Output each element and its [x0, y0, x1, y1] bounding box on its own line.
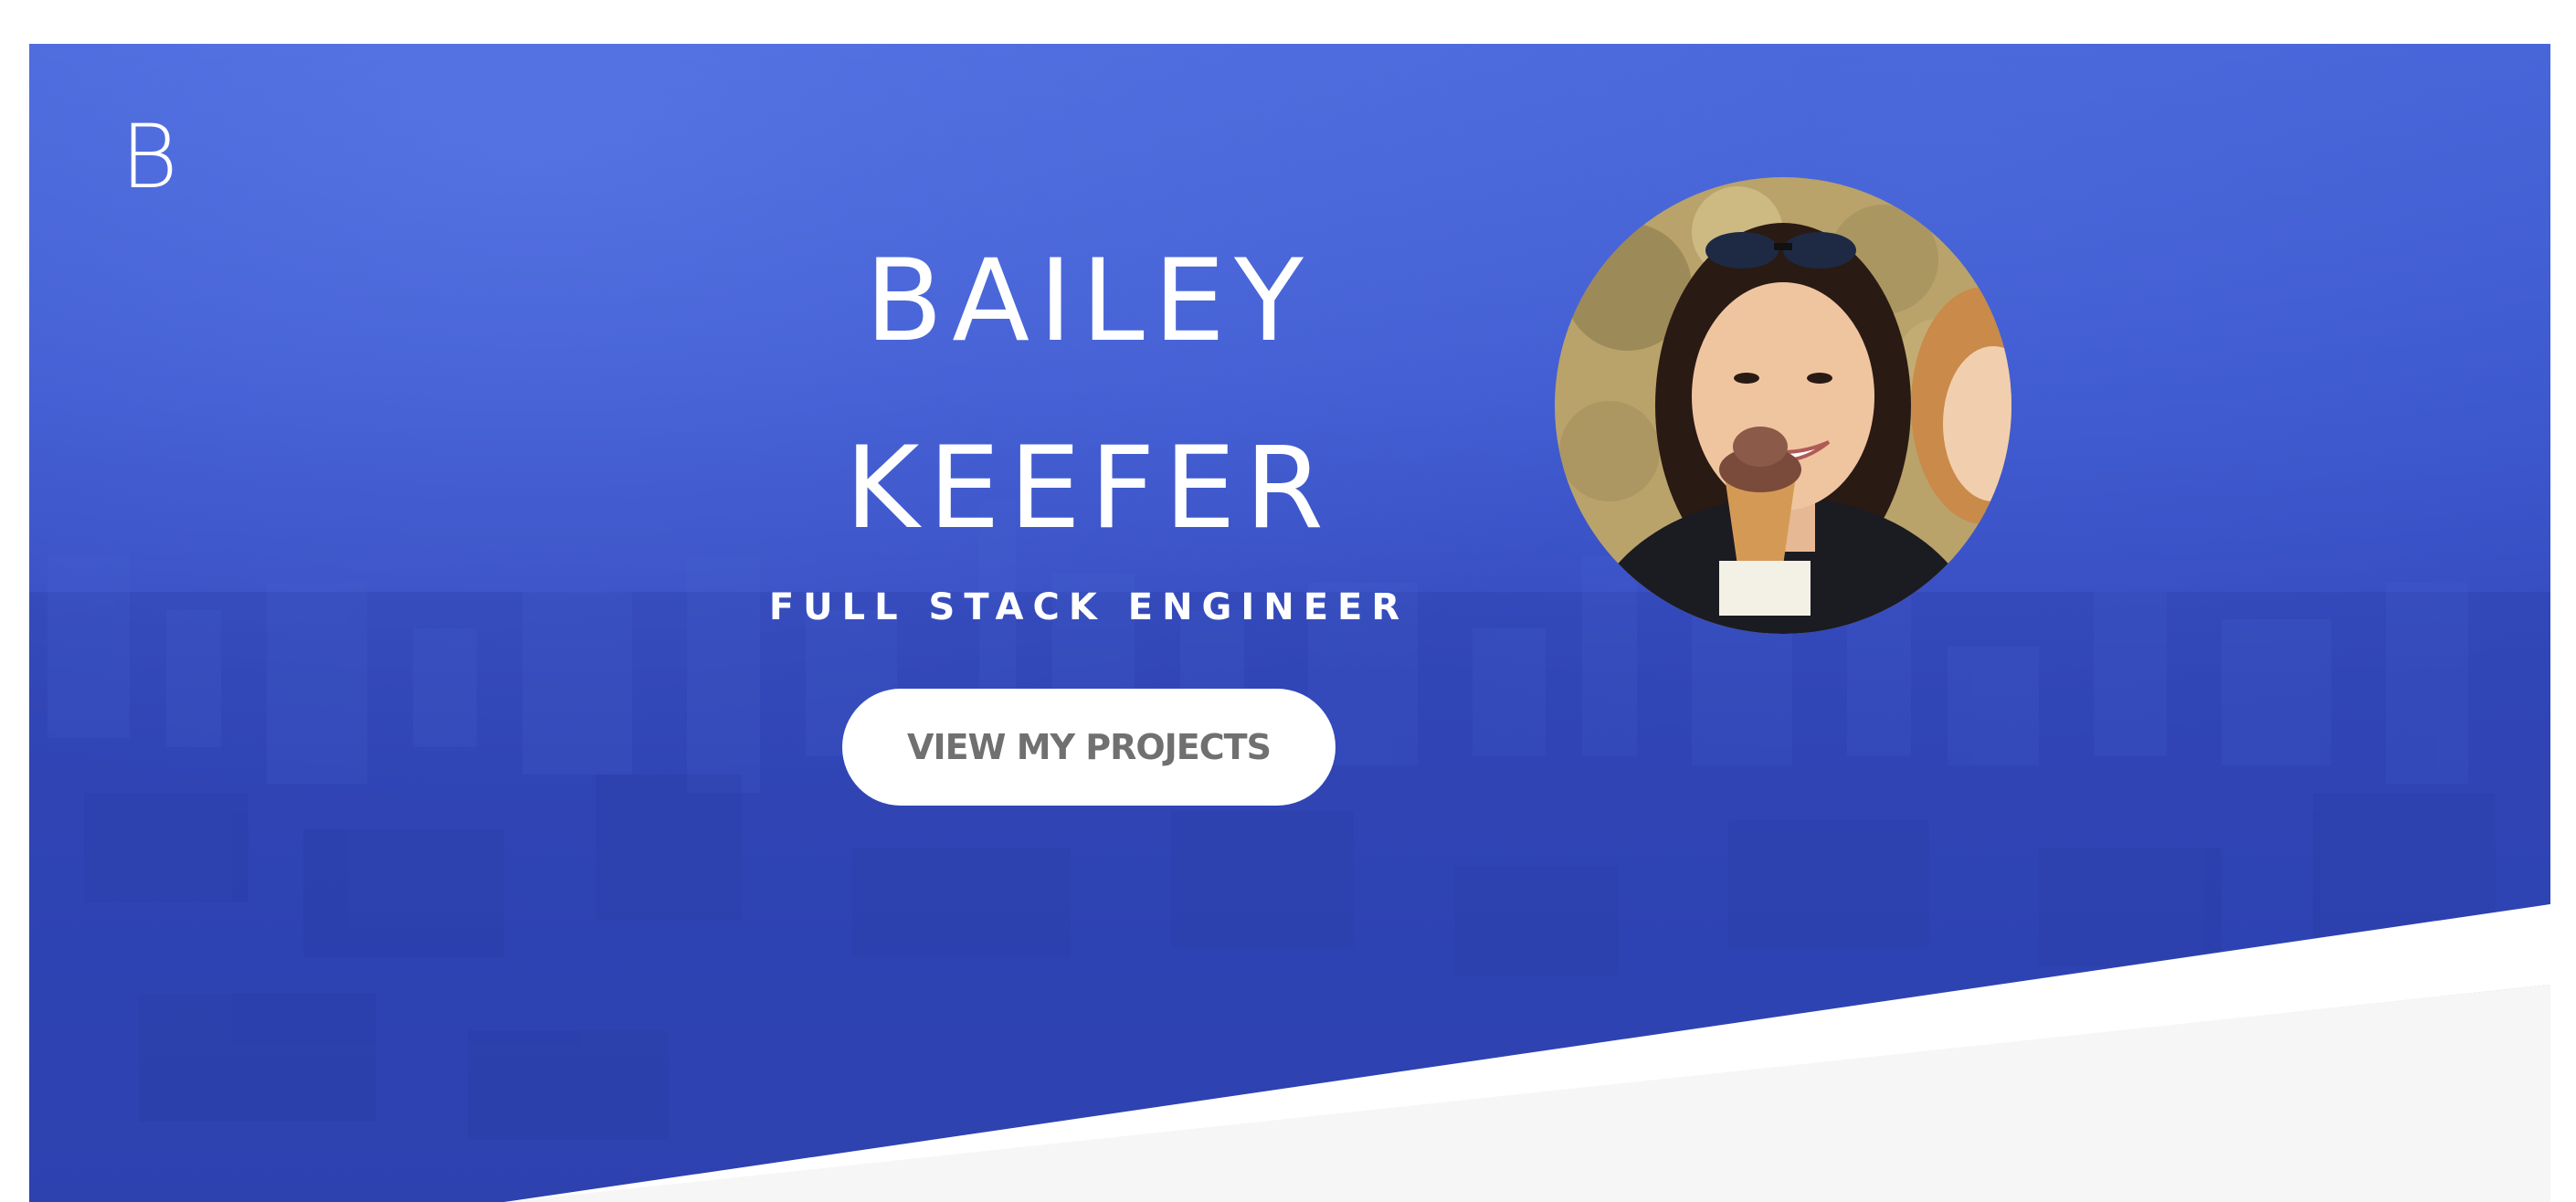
profile-photo [1555, 177, 2011, 634]
profile-photo-icon [1555, 177, 2011, 634]
hero-section: B BAILEY KEEFER FULL STACK ENGINEER VIEW… [29, 44, 2550, 1202]
view-projects-button[interactable]: VIEW MY PROJECTS [842, 689, 1336, 806]
name-last: KEEFER [845, 423, 1333, 554]
job-title: FULL STACK ENGINEER [768, 586, 1409, 628]
page: B BAILEY KEEFER FULL STACK ENGINEER VIEW… [0, 0, 2576, 1202]
site-logo[interactable]: B [121, 113, 178, 201]
hero-intro: BAILEY KEEFER FULL STACK ENGINEER VIEW M… [742, 208, 1436, 806]
name-first: BAILEY [865, 236, 1313, 367]
